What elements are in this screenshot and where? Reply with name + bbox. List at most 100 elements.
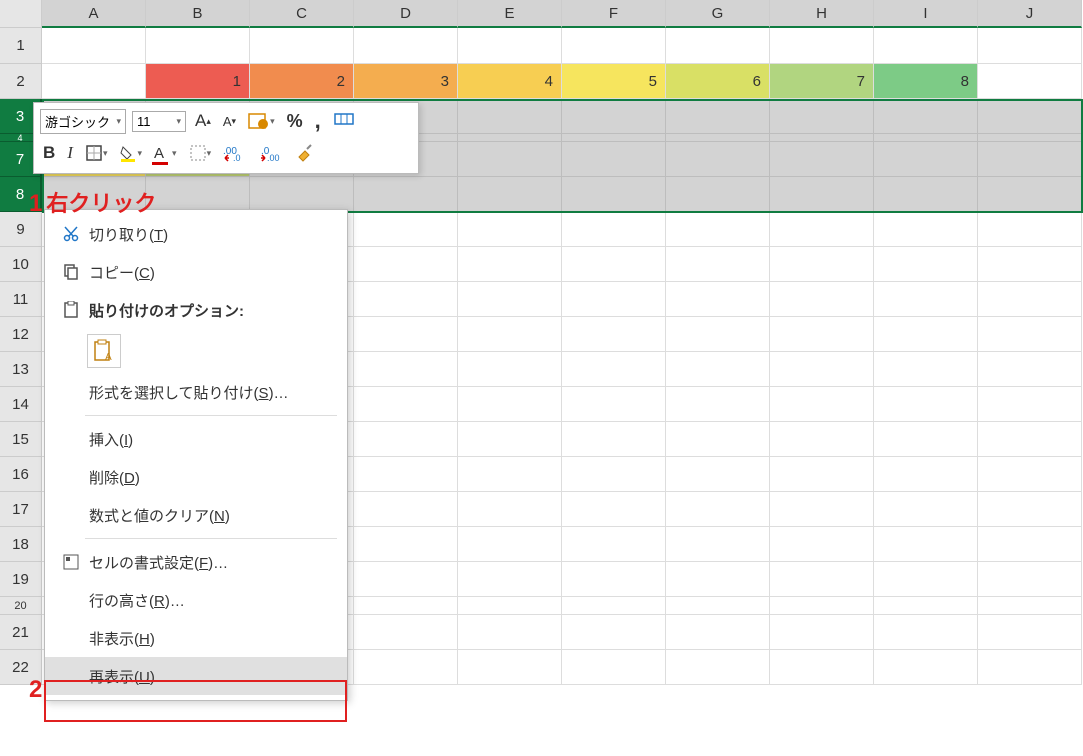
format-cells-icon — [57, 554, 85, 570]
col-header-J[interactable]: J — [978, 0, 1082, 28]
format-brush-icon[interactable] — [292, 140, 318, 166]
menu-format-cells[interactable]: セルの書式設定(F)… — [45, 543, 347, 581]
accounting-format-icon[interactable]: ▾ — [245, 108, 278, 134]
row-header-19[interactable]: 19 — [0, 562, 42, 597]
cell-A1[interactable] — [42, 28, 146, 64]
cell-G1[interactable] — [666, 28, 770, 64]
menu-cut[interactable]: 切り取り(T) — [45, 215, 347, 253]
menu-clear[interactable]: 数式と値のクリア(N) — [45, 496, 347, 534]
row-header-12[interactable]: 12 — [0, 317, 42, 352]
menu-format-cells-label: セルの書式設定(F)… — [85, 552, 335, 573]
cell-C1[interactable] — [250, 28, 354, 64]
menu-hide[interactable]: 非表示(H) — [45, 619, 347, 657]
chevron-down-icon: ▾ — [116, 116, 121, 127]
menu-copy[interactable]: コピー(C) — [45, 253, 347, 291]
cell-I2[interactable]: 8 — [874, 64, 978, 99]
font-color-icon[interactable]: A▾ — [151, 140, 180, 166]
increase-font-icon[interactable]: A▴ — [192, 108, 214, 134]
cell-D1[interactable] — [354, 28, 458, 64]
borders-icon[interactable]: ▾ — [82, 140, 111, 166]
cell-A2[interactable] — [42, 64, 146, 99]
menu-insert[interactable]: 挿入(I) — [45, 420, 347, 458]
cell-F1[interactable] — [562, 28, 666, 64]
cell-E1[interactable] — [458, 28, 562, 64]
cell-J1[interactable] — [978, 28, 1082, 64]
row-header-15[interactable]: 15 — [0, 422, 42, 457]
format-painter-icon[interactable] — [330, 108, 358, 134]
column-headers-row: A B C D E F G H I J — [0, 0, 1082, 28]
menu-copy-label: コピー(C) — [85, 262, 335, 283]
row-2: 2 1 2 3 4 5 6 7 8 — [0, 64, 1082, 99]
col-header-D[interactable]: D — [354, 0, 458, 28]
col-header-A[interactable]: A — [42, 0, 146, 28]
cell-H2[interactable]: 7 — [770, 64, 874, 99]
mini-toolbar: 游ゴシック▾ 11▾ A▴ A▾ ▾ % , B I ▾ ▾ A▾ ▾ .00.… — [33, 102, 419, 174]
menu-delete-label: 削除(D) — [85, 467, 335, 488]
cell-I1[interactable] — [874, 28, 978, 64]
row-header-13[interactable]: 13 — [0, 352, 42, 387]
decrease-decimal-icon[interactable]: .00.0 — [220, 140, 250, 166]
svg-text:A: A — [105, 352, 112, 363]
cell-G2[interactable]: 6 — [666, 64, 770, 99]
row-8: 8 — [0, 177, 1082, 212]
menu-separator — [85, 415, 337, 416]
row-header-14[interactable]: 14 — [0, 387, 42, 422]
col-header-H[interactable]: H — [770, 0, 874, 28]
row-header-16[interactable]: 16 — [0, 457, 42, 492]
col-header-C[interactable]: C — [250, 0, 354, 28]
decrease-font-icon[interactable]: A▾ — [220, 108, 239, 134]
row-header-18[interactable]: 18 — [0, 527, 42, 562]
svg-text:.0: .0 — [233, 153, 241, 162]
row-header-17[interactable]: 17 — [0, 492, 42, 527]
row-header-22[interactable]: 22 — [0, 650, 42, 685]
paste-default-icon[interactable]: A — [87, 334, 121, 368]
chevron-down-icon: ▾ — [176, 116, 181, 127]
menu-unhide-label: 再表示(U) — [85, 666, 335, 687]
select-all-corner[interactable] — [0, 0, 42, 28]
copy-icon — [57, 263, 85, 281]
font-name-select[interactable]: 游ゴシック▾ — [40, 109, 126, 134]
increase-decimal-icon[interactable]: .0.00 — [256, 140, 286, 166]
row-header-1[interactable]: 1 — [0, 28, 42, 64]
col-header-F[interactable]: F — [562, 0, 666, 28]
menu-row-height[interactable]: 行の高さ(R)… — [45, 581, 347, 619]
menu-paste-special[interactable]: 形式を選択して貼り付け(S)… — [45, 373, 347, 411]
menu-paste-options-label: 貼り付けのオプション: — [85, 300, 335, 321]
comma-icon[interactable]: , — [312, 108, 324, 134]
col-header-B[interactable]: B — [146, 0, 250, 28]
row-header-2[interactable]: 2 — [0, 64, 42, 99]
cell-C2[interactable]: 2 — [250, 64, 354, 99]
row-1: 1 — [0, 28, 1082, 64]
cell-D2[interactable]: 3 — [354, 64, 458, 99]
cell-H1[interactable] — [770, 28, 874, 64]
row-header-11[interactable]: 11 — [0, 282, 42, 317]
col-header-I[interactable]: I — [874, 0, 978, 28]
clipboard-icon — [57, 301, 85, 319]
row-header-8[interactable]: 8 — [0, 177, 42, 212]
menu-paste-special-label: 形式を選択して貼り付け(S)… — [85, 382, 335, 403]
menu-unhide[interactable]: 再表示(U) — [45, 657, 347, 695]
cell-J2[interactable] — [978, 64, 1082, 99]
row-header-21[interactable]: 21 — [0, 615, 42, 650]
percent-icon[interactable]: % — [284, 108, 306, 134]
menu-hide-label: 非表示(H) — [85, 628, 335, 649]
cell-B2[interactable]: 1 — [146, 64, 250, 99]
italic-icon[interactable]: I — [64, 140, 76, 166]
cell-F2[interactable]: 5 — [562, 64, 666, 99]
menu-delete[interactable]: 削除(D) — [45, 458, 347, 496]
cell-B1[interactable] — [146, 28, 250, 64]
row-header-9[interactable]: 9 — [0, 212, 42, 247]
border-style-icon[interactable]: ▾ — [186, 140, 215, 166]
row-header-20[interactable]: 20 — [0, 597, 42, 615]
font-size-select[interactable]: 11▾ — [132, 111, 186, 132]
scissors-icon — [57, 225, 85, 243]
cell-E2[interactable]: 4 — [458, 64, 562, 99]
menu-row-height-label: 行の高さ(R)… — [85, 590, 335, 611]
col-header-E[interactable]: E — [458, 0, 562, 28]
bold-icon[interactable]: B — [40, 140, 58, 166]
menu-insert-label: 挿入(I) — [85, 429, 335, 450]
row-header-10[interactable]: 10 — [0, 247, 42, 282]
menu-cut-label: 切り取り(T) — [85, 224, 335, 245]
fill-color-icon[interactable]: ▾ — [116, 140, 145, 166]
col-header-G[interactable]: G — [666, 0, 770, 28]
